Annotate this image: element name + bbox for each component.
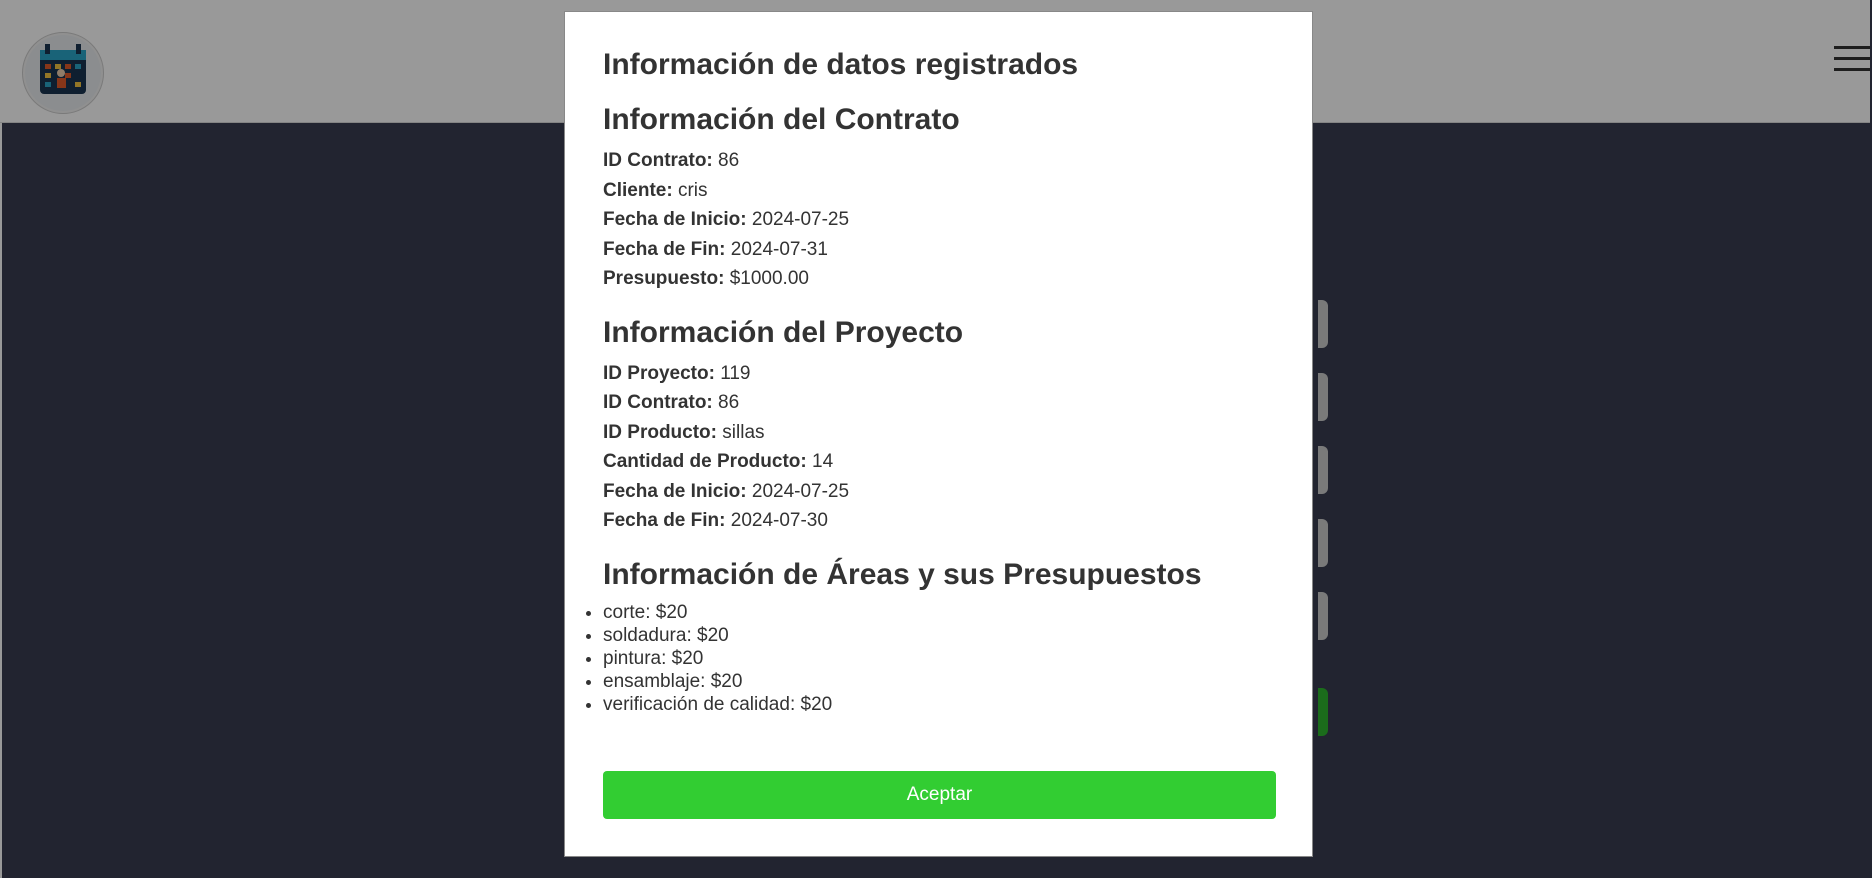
field-value: sillas	[722, 421, 765, 443]
field-value: 2024-07-25	[751, 209, 850, 230]
field-value: $1000.00	[729, 268, 809, 289]
field-value: 86	[718, 150, 740, 171]
contract-row: Cliente: cris	[603, 176, 1274, 206]
list-item: soldadura: $20	[603, 624, 1274, 647]
areas-list: corte: $20 soldadura: $20 pintura: $20 e…	[579, 601, 1274, 716]
contract-row: Fecha de Inicio: 2024-07-25	[603, 205, 1274, 235]
field-label: ID Contrato:	[603, 150, 713, 171]
project-row: ID Proyecto: 119	[603, 359, 1274, 389]
project-row: ID Producto: sillas	[603, 418, 1274, 448]
field-label: Fecha de Inicio:	[603, 209, 747, 230]
contract-row: ID Contrato: 86	[603, 146, 1274, 176]
project-heading: Información del Proyecto	[603, 315, 964, 349]
field-label: Cliente:	[603, 179, 673, 201]
accept-button[interactable]: Aceptar	[603, 771, 1276, 819]
field-label: Cantidad de Producto:	[603, 451, 807, 472]
project-section: Información del Proyecto ID Proyecto: 11…	[603, 316, 1274, 536]
list-item: verificación de calidad: $20	[603, 693, 1274, 716]
field-label: Presupuesto:	[603, 268, 725, 289]
project-row: Fecha de Inicio: 2024-07-25	[603, 477, 1274, 507]
contract-section: Información del Contrato ID Contrato: 86…	[603, 103, 1274, 294]
field-value: 14	[812, 451, 834, 472]
field-value: 86	[718, 392, 740, 413]
field-value: 2024-07-25	[751, 480, 850, 502]
project-row: Cantidad de Producto: 14	[603, 447, 1274, 477]
list-item: ensamblaje: $20	[603, 670, 1274, 693]
field-value: cris	[677, 179, 708, 201]
field-label: Fecha de Inicio:	[603, 480, 747, 502]
contract-row: Presupuesto: $1000.00	[603, 264, 1274, 294]
field-value: 119	[720, 362, 751, 384]
contract-heading: Información del Contrato	[603, 103, 960, 136]
areas-section: Información de Áreas y sus Presupuestos …	[603, 558, 1274, 716]
field-label: ID Producto:	[603, 421, 717, 443]
field-label: ID Contrato:	[603, 392, 713, 413]
field-value: 2024-07-31	[730, 238, 828, 260]
field-label: Fecha de Fin:	[603, 238, 726, 260]
list-item: pintura: $20	[603, 647, 1274, 670]
field-label: ID Proyecto:	[603, 362, 715, 384]
project-row: Fecha de Fin: 2024-07-30	[603, 506, 1274, 536]
field-label: Fecha de Fin:	[603, 510, 726, 531]
registered-data-modal: Información de datos registrados Informa…	[564, 11, 1313, 857]
modal-title: Información de datos registrados	[603, 48, 1079, 81]
contract-row: Fecha de Fin: 2024-07-31	[603, 235, 1274, 265]
list-item: corte: $20	[603, 601, 1274, 624]
areas-heading: Información de Áreas y sus Presupuestos	[603, 557, 1202, 591]
field-value: 2024-07-30	[730, 510, 828, 531]
project-row: ID Contrato: 86	[603, 388, 1274, 418]
